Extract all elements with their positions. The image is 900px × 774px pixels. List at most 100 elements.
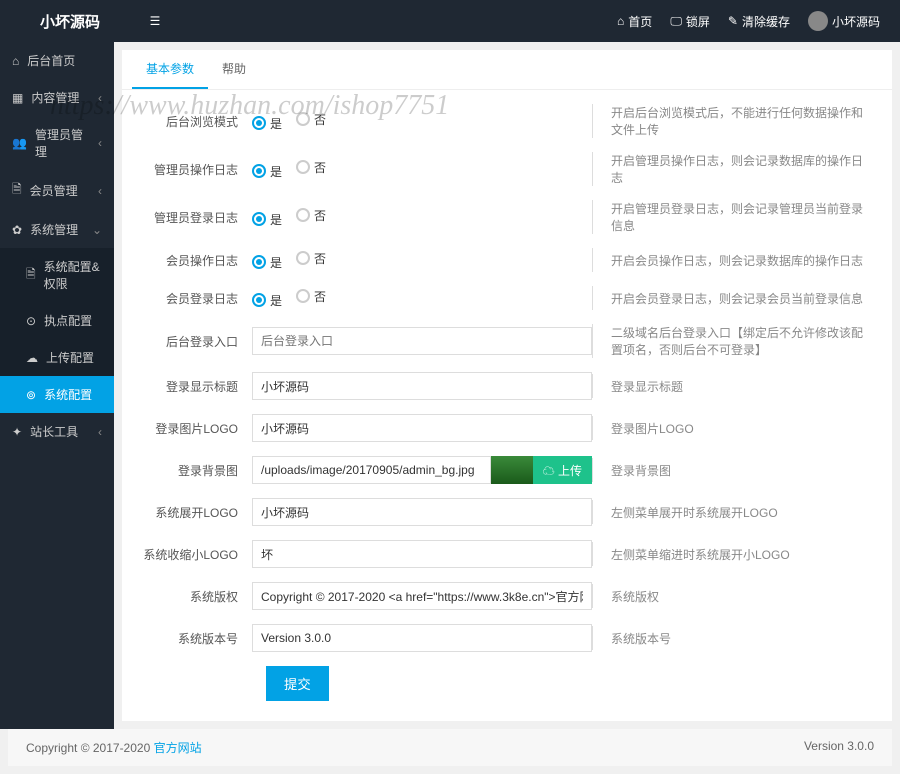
form-row: 会员操作日志是否开启会员操作日志，则会记录数据库的操作日志 xyxy=(142,248,872,272)
footer: Copyright © 2017-2020 官方网站 Version 3.0.0 xyxy=(8,729,892,766)
radio-yes[interactable]: 是 xyxy=(252,163,282,180)
sidebar-item-upload-config[interactable]: ☁上传配置 xyxy=(0,339,114,376)
footer-link[interactable]: 官方网站 xyxy=(154,741,202,755)
radio-label: 是 xyxy=(270,292,282,309)
text-input[interactable] xyxy=(252,624,592,652)
field-description: 左侧菜单展开时系统展开LOGO xyxy=(592,500,872,524)
text-input[interactable] xyxy=(252,414,592,442)
tab-help[interactable]: 帮助 xyxy=(208,50,260,89)
text-input[interactable] xyxy=(252,372,592,400)
text-input[interactable] xyxy=(252,582,592,610)
field-description: 登录背景图 xyxy=(592,458,872,482)
id-icon: 🗎 xyxy=(12,180,22,201)
text-input[interactable] xyxy=(252,498,592,526)
form-row: 系统收缩小LOGO 左侧菜单缩进时系统展开小LOGO xyxy=(142,540,872,568)
sidebar-item-admin[interactable]: 👥管理员管理 xyxy=(0,116,114,170)
radio-label: 否 xyxy=(314,250,326,267)
grid-icon: ▦ xyxy=(12,91,23,105)
field-description: 系统版权 xyxy=(592,584,872,608)
field-description: 开启会员操作日志，则会记录数据库的操作日志 xyxy=(592,248,872,272)
radio-no[interactable]: 否 xyxy=(296,288,326,305)
field-label: 管理员登录日志 xyxy=(142,209,252,226)
radio-no[interactable]: 否 xyxy=(296,159,326,176)
radio-dot-icon xyxy=(296,112,310,126)
wrench-icon: ✦ xyxy=(12,425,22,439)
form-row: 登录显示标题 登录显示标题 xyxy=(142,372,872,400)
users-icon: 👥 xyxy=(12,136,27,150)
form-row: 管理员操作日志 是 否 开启管理员操作日志，则会记录数据库的操作日志 xyxy=(142,152,872,186)
footer-version: Version 3.0.0 xyxy=(804,739,874,756)
text-input[interactable] xyxy=(252,540,592,568)
field-label: 登录显示标题 xyxy=(142,378,252,395)
field-label: 系统展开LOGO xyxy=(142,504,252,521)
radio-no[interactable]: 否 xyxy=(296,207,326,224)
field-label: 系统收缩小LOGO xyxy=(142,546,252,563)
field-label: 管理员操作日志 xyxy=(142,161,252,178)
topbar: 小坏源码 ☰ ⌂首页 🖵锁屏 ✎清除缓存 小坏源码 xyxy=(0,0,900,42)
field-label: 后台浏览模式 xyxy=(142,113,252,130)
field-description: 开启管理员登录日志，则会记录管理员当前登录信息 xyxy=(592,200,872,234)
sidebar-item-member[interactable]: 🗎会员管理 xyxy=(0,170,114,211)
field-description: 开启会员登录日志，则会记录会员当前登录信息 xyxy=(592,286,872,310)
submit-button[interactable]: 提交 xyxy=(266,666,329,701)
field-label: 系统版权 xyxy=(142,588,252,605)
sidebar-item-site-config[interactable]: ⊙执点配置 xyxy=(0,302,114,339)
radio-dot-icon xyxy=(252,255,266,269)
field-label: 会员登录日志 xyxy=(142,290,252,307)
radio-yes[interactable]: 是 xyxy=(252,211,282,228)
field-description: 开启后台浏览模式后，不能进行任何数据操作和文件上传 xyxy=(592,104,872,138)
text-input[interactable] xyxy=(252,327,592,355)
radio-label: 是 xyxy=(270,163,282,180)
nav-clear-cache[interactable]: ✎清除缓存 xyxy=(728,13,790,30)
radio-yes[interactable]: 是 xyxy=(252,292,282,309)
sliders-icon: ⊚ xyxy=(26,388,36,402)
lock-icon: 🖵 xyxy=(670,14,682,29)
tab-basic[interactable]: 基本参数 xyxy=(132,50,208,89)
sidebar-item-content[interactable]: ▦内容管理 xyxy=(0,79,114,116)
radio-yes[interactable]: 是 xyxy=(252,254,282,271)
field-description: 登录显示标题 xyxy=(592,374,872,398)
brand-logo: 小坏源码 xyxy=(0,11,140,32)
sidebar-item-webmaster[interactable]: ✦站长工具 xyxy=(0,413,114,450)
sidebar-toggle-icon[interactable]: ☰ xyxy=(140,14,170,28)
radio-label: 否 xyxy=(314,159,326,176)
radio-no[interactable]: 否 xyxy=(296,250,326,267)
radio-dot-icon xyxy=(296,208,310,222)
sidebar-item-dashboard[interactable]: ⌂后台首页 xyxy=(0,42,114,79)
eraser-icon: ✎ xyxy=(728,14,738,28)
node-icon: ⊙ xyxy=(26,314,36,328)
tabs: 基本参数 帮助 xyxy=(122,50,892,90)
image-path-input[interactable] xyxy=(252,456,491,484)
radio-label: 是 xyxy=(270,115,282,132)
field-description: 开启管理员操作日志，则会记录数据库的操作日志 xyxy=(592,152,872,186)
radio-label: 是 xyxy=(270,211,282,228)
nav-lock[interactable]: 🖵锁屏 xyxy=(670,13,710,30)
main-panel: 基本参数 帮助 后台浏览模式是否开启后台浏览模式后，不能进行任何数据操作和文件上… xyxy=(122,50,892,721)
field-label: 系统版本号 xyxy=(142,630,252,647)
field-description: 左侧菜单缩进时系统展开小LOGO xyxy=(592,542,872,566)
gear-icon: ✿ xyxy=(12,223,22,237)
upload-button[interactable]: ☁ 上传 xyxy=(533,456,592,484)
form-row: 管理员登录日志 是否 开启管理员登录日志，则会记录管理员当前登录信息 xyxy=(142,200,872,234)
sidebar-item-system-config[interactable]: ⊚系统配置 xyxy=(0,376,114,413)
upload-icon: ☁ xyxy=(26,351,38,365)
radio-no[interactable]: 否 xyxy=(296,111,326,128)
form-row: 后台浏览模式 是否 开启后台浏览模式后，不能进行任何数据操作和文件上传 xyxy=(142,104,872,138)
home-icon: ⌂ xyxy=(12,54,19,68)
home-icon: ⌂ xyxy=(617,14,624,28)
radio-label: 否 xyxy=(314,288,326,305)
nav-home[interactable]: ⌂首页 xyxy=(617,13,652,30)
form-row: 系统版本号 系统版本号 xyxy=(142,624,872,652)
form-row: 系统展开LOGO 左侧菜单展开时系统展开LOGO xyxy=(142,498,872,526)
doc-icon: 🗎 xyxy=(26,265,36,286)
image-thumbnail[interactable] xyxy=(491,456,533,484)
field-description: 系统版本号 xyxy=(592,626,872,650)
radio-label: 是 xyxy=(270,254,282,271)
sidebar-item-sysconfig-perm[interactable]: 🗎系统配置&权限 xyxy=(0,248,114,302)
nav-user[interactable]: 小坏源码 xyxy=(808,11,880,31)
form-row: 系统版权 系统版权 xyxy=(142,582,872,610)
sidebar-item-system[interactable]: ✿系统管理 xyxy=(0,211,114,248)
radio-yes[interactable]: 是 xyxy=(252,115,282,132)
radio-dot-icon xyxy=(252,293,266,307)
radio-dot-icon xyxy=(296,160,310,174)
